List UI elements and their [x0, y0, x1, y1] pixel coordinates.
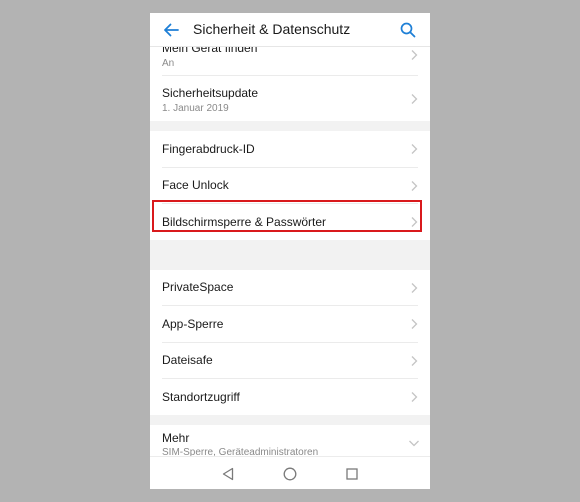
settings-item-privatespace[interactable]: PrivateSpace: [150, 270, 430, 305]
chevron-right-icon: [411, 181, 418, 191]
nav-back-button[interactable]: [219, 465, 237, 483]
settings-item-mein-geraet-finden[interactable]: Mein Gerät finden An: [150, 47, 430, 75]
settings-item-label: Fingerabdruck-ID: [162, 142, 255, 156]
settings-item-sublabel: An: [162, 58, 175, 69]
chevron-right-icon: [411, 283, 418, 293]
chevron-right-icon: [411, 319, 418, 329]
triangle-back-icon: [222, 467, 234, 481]
system-nav-bar: [150, 456, 430, 489]
settings-list[interactable]: Mein Gerät finden An Sicherheitsupdate 1…: [150, 47, 430, 456]
arrow-back-icon: [164, 23, 179, 37]
settings-item-label: Mehr: [162, 431, 190, 445]
section-gap: [150, 121, 430, 131]
chevron-right-icon: [411, 356, 418, 366]
chevron-down-icon: [409, 440, 419, 447]
settings-item-label: Dateisafe: [162, 353, 213, 367]
settings-item-fingerabdruck-id[interactable]: Fingerabdruck-ID: [150, 131, 430, 167]
settings-item-sicherheitsupdate[interactable]: Sicherheitsupdate 1. Januar 2019: [150, 76, 430, 121]
circle-home-icon: [283, 467, 297, 481]
nav-recents-button[interactable]: [343, 465, 361, 483]
page-title: Sicherheit & Datenschutz: [193, 21, 351, 37]
settings-item-label: Standortzugriff: [162, 390, 240, 404]
phone-screen: Sicherheit & Datenschutz Mein Gerät find…: [150, 13, 430, 489]
chevron-right-icon: [411, 94, 418, 104]
settings-item-label: App-Sperre: [162, 317, 224, 331]
settings-item-mehr[interactable]: Mehr SIM-Sperre, Geräteadministratoren: [150, 425, 430, 456]
settings-item-dateisafe[interactable]: Dateisafe: [150, 343, 430, 378]
search-icon: [400, 22, 416, 38]
back-button[interactable]: [160, 19, 182, 41]
settings-item-sublabel: SIM-Sperre, Geräteadministratoren: [162, 447, 319, 456]
settings-item-label: Mein Gerät finden: [162, 47, 258, 55]
settings-item-standortzugriff[interactable]: Standortzugriff: [150, 379, 430, 415]
chevron-right-icon: [411, 392, 418, 402]
settings-item-label: Sicherheitsupdate: [162, 86, 259, 100]
chevron-right-icon: [411, 50, 418, 60]
settings-item-label: PrivateSpace: [162, 280, 234, 294]
highlight-box: [152, 200, 422, 232]
settings-item-label: Face Unlock: [162, 178, 229, 192]
app-bar: Sicherheit & Datenschutz: [150, 13, 430, 47]
nav-home-button[interactable]: [281, 465, 299, 483]
settings-item-face-unlock[interactable]: Face Unlock: [150, 168, 430, 203]
search-button[interactable]: [397, 19, 419, 41]
settings-item-sublabel: 1. Januar 2019: [162, 103, 229, 114]
chevron-right-icon: [411, 144, 418, 154]
section-gap: [150, 415, 430, 425]
settings-item-app-sperre[interactable]: App-Sperre: [150, 306, 430, 342]
square-recents-icon: [346, 468, 358, 480]
section-gap: [150, 240, 430, 270]
